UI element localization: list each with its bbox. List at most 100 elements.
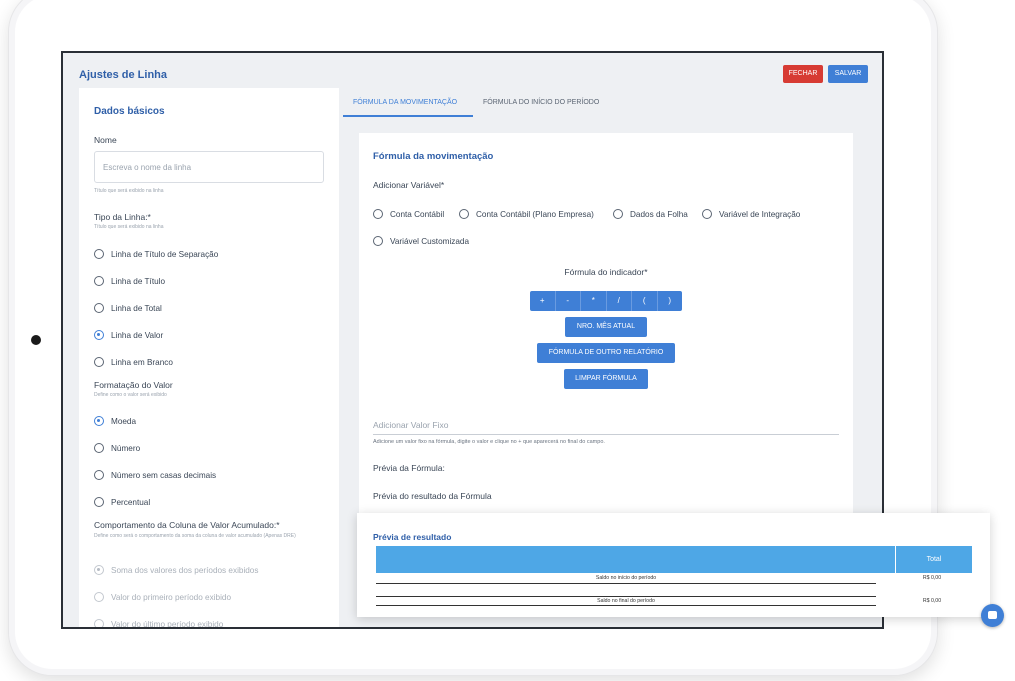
radio-circle[interactable] [94, 470, 104, 480]
radio-label: Linha de Valor [111, 330, 164, 340]
name-input[interactable]: Escreva o nome da linha [94, 151, 324, 183]
row-divider [376, 596, 876, 597]
formula-tabs: FÓRMULA DA MOVIMENTAÇÃO FÓRMULA DO INÍCI… [343, 93, 863, 121]
current-month-button[interactable]: NRO. MÊS ATUAL [565, 317, 647, 337]
formula-title: Fórmula da movimentação [373, 151, 494, 162]
radio-circle[interactable] [373, 236, 383, 246]
radio-var-payroll[interactable]: Dados da Folha [613, 208, 688, 220]
radio-format-percent[interactable]: Percentual [94, 496, 150, 508]
save-button[interactable]: SALVAR [828, 65, 868, 83]
behavior-label: Comportamento da Coluna de Valor Acumula… [94, 520, 280, 530]
divide-operator-button[interactable]: / [607, 291, 632, 311]
radio-circle[interactable] [94, 592, 104, 602]
behavior-hint: Define como será o comportamento da soma… [94, 533, 296, 539]
type-label: Tipo da Linha:* [94, 212, 151, 222]
radio-circle[interactable] [373, 209, 383, 219]
result-preview-label: Prévia do resultado da Fórmula [373, 491, 492, 501]
plus-operator-button[interactable]: + [530, 291, 556, 311]
radio-var-integration[interactable]: Variável de Integração [702, 208, 800, 220]
radio-circle-checked[interactable] [94, 330, 104, 340]
other-report-formula-button[interactable]: FÓRMULA DE OUTRO RELATÓRIO [537, 343, 675, 363]
radio-label: Número sem casas decimais [111, 470, 217, 480]
add-variable-label: Adicionar Variável* [373, 180, 445, 190]
total-column-header: Total [895, 546, 972, 573]
radio-type-separator-title[interactable]: Linha de Título de Separação [94, 248, 218, 260]
name-label: Nome [94, 135, 117, 145]
radio-label: Linha em Branco [111, 357, 173, 367]
minus-operator-button[interactable]: - [556, 291, 581, 311]
radio-type-total[interactable]: Linha de Total [94, 302, 162, 314]
close-button[interactable]: FECHAR [783, 65, 823, 83]
fixed-value-placeholder: Adicionar Valor Fixo [373, 420, 449, 430]
radio-label: Número [111, 443, 141, 453]
radio-circle[interactable] [94, 619, 104, 627]
radio-format-number[interactable]: Número [94, 442, 140, 454]
tab-movement-formula[interactable]: FÓRMULA DA MOVIMENTAÇÃO [353, 99, 457, 106]
radio-label: Conta Contábil [390, 209, 445, 219]
radio-format-currency[interactable]: Moeda [94, 415, 136, 427]
radio-circle[interactable] [613, 209, 623, 219]
radio-type-blank[interactable]: Linha em Branco [94, 356, 173, 368]
name-placeholder: Escreva o nome da linha [103, 163, 192, 172]
radio-circle[interactable] [94, 497, 104, 507]
radio-behavior-first[interactable]: Valor do primeiro período exibido [94, 591, 231, 603]
format-label: Formatação do Valor [94, 380, 173, 390]
fixed-value-input[interactable]: Adicionar Valor Fixo [373, 415, 839, 435]
name-hint: Título que será exibido na linha [94, 188, 164, 194]
radio-behavior-last[interactable]: Valor do último período exibido [94, 618, 224, 629]
open-paren-button[interactable]: ( [632, 291, 658, 311]
basic-data-panel: Dados básicos Nome Escreva o nome da lin… [79, 88, 339, 629]
chat-icon[interactable] [981, 604, 1004, 627]
radio-type-title[interactable]: Linha de Título [94, 275, 165, 287]
radio-label: Soma dos valores dos períodos exibidos [111, 565, 259, 575]
radio-circle[interactable] [459, 209, 469, 219]
radio-type-value[interactable]: Linha de Valor [94, 329, 163, 341]
radio-label: Moeda [111, 416, 137, 426]
radio-label: Variável de Integração [719, 209, 801, 219]
radio-circle-checked[interactable] [94, 565, 104, 575]
radio-label: Conta Contábil (Plano Empresa) [476, 209, 594, 219]
preview-row-value: R$ 0,00 [922, 598, 942, 604]
radio-label: Valor do primeiro período exibido [111, 592, 231, 602]
header: Ajustes de Linha FECHAR SALVAR [63, 53, 882, 93]
radio-var-account-company[interactable]: Conta Contábil (Plano Empresa) [459, 208, 594, 220]
radio-circle[interactable] [94, 303, 104, 313]
format-hint: Define como o valor será exibido [94, 392, 167, 398]
preview-table-header: Total [376, 546, 972, 573]
radio-circle[interactable] [94, 249, 104, 259]
radio-circle[interactable] [702, 209, 712, 219]
formula-card: Fórmula da movimentação Adicionar Variáv… [359, 133, 853, 523]
row-divider [376, 605, 876, 606]
multiply-operator-button[interactable]: * [581, 291, 607, 311]
radio-label: Linha de Título [111, 276, 166, 286]
basic-data-title: Dados básicos [94, 106, 165, 117]
result-preview-card: Prévia de resultado Total Saldo no iníci… [357, 513, 990, 617]
camera-dot [31, 335, 41, 345]
type-hint: Título que será exibido na linha [94, 224, 164, 230]
result-preview-title: Prévia de resultado [373, 532, 452, 542]
close-paren-button[interactable]: ) [658, 291, 683, 311]
radio-label: Percentual [111, 497, 151, 507]
row-divider [376, 583, 876, 584]
clear-formula-button[interactable]: LIMPAR FÓRMULA [564, 369, 648, 389]
preview-row-label: Saldo no final do período [597, 598, 655, 604]
radio-format-integer[interactable]: Número sem casas decimais [94, 469, 216, 481]
tab-period-start-formula[interactable]: FÓRMULA DO INÍCIO DO PERÍODO [483, 99, 599, 106]
radio-var-account[interactable]: Conta Contábil [373, 208, 444, 220]
radio-circle[interactable] [94, 276, 104, 286]
radio-circle[interactable] [94, 357, 104, 367]
radio-label: Linha de Título de Separação [111, 249, 219, 259]
preview-row-value: R$ 0,00 [922, 575, 942, 581]
radio-circle[interactable] [94, 443, 104, 453]
radio-circle-checked[interactable] [94, 416, 104, 426]
radio-var-custom[interactable]: Variável Customizada [373, 235, 469, 247]
radio-label: Linha de Total [111, 303, 162, 313]
radio-label: Valor do último período exibido [111, 619, 224, 629]
fixed-value-hint: Adicione um valor fixo na fórmula, digit… [373, 439, 605, 445]
formula-preview-label: Prévia da Fórmula: [373, 463, 445, 473]
operator-buttons: + - * / ( ) [530, 291, 682, 311]
radio-label: Dados da Folha [630, 209, 688, 219]
radio-behavior-sum[interactable]: Soma dos valores dos períodos exibidos [94, 564, 258, 576]
active-tab-indicator [343, 115, 473, 117]
preview-row-label: Saldo no início do período [595, 575, 657, 581]
